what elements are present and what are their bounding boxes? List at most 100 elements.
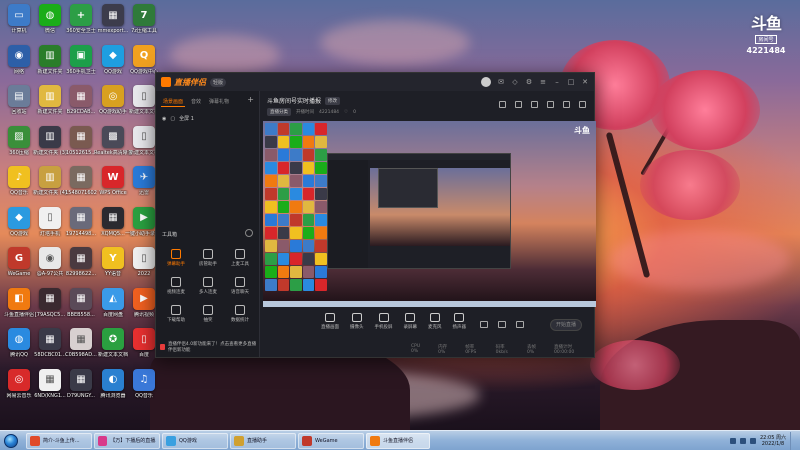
source-control[interactable]: 麦克风 — [428, 313, 442, 330]
desktop-icon[interactable]: ▦ [79ASQC5... — [33, 287, 67, 328]
desktop-icon[interactable]: ▯ 灯塔手机 — [33, 206, 67, 247]
settings-icon[interactable] — [516, 321, 524, 328]
desktop-icon[interactable]: ◉ 网络 — [2, 44, 36, 85]
camera-icon[interactable] — [480, 321, 488, 328]
desktop-icon[interactable]: ◍ 腾讯QQ — [2, 328, 36, 368]
desktop-icon[interactable]: ▦ 1548071602 — [64, 166, 98, 206]
tab-danmaku[interactable]: 弹幕礼物 — [207, 97, 231, 107]
add-scene-button[interactable]: + — [247, 96, 254, 107]
network-icon[interactable] — [729, 437, 736, 444]
desktop-icon[interactable]: ♫ QQ音乐 — [127, 368, 161, 409]
tool-item[interactable]: 下载帮助 — [160, 305, 192, 323]
source-control[interactable]: 手机投屏 — [375, 313, 393, 330]
category-badge[interactable]: 直播分类 — [267, 108, 291, 116]
taskbar-item[interactable]: QQ游戏 — [162, 432, 228, 449]
tool-item[interactable]: 上麦工具 — [224, 249, 256, 267]
bell-icon[interactable] — [563, 101, 570, 108]
message-icon[interactable]: ✉ — [497, 78, 505, 86]
copy-icon[interactable] — [547, 101, 554, 108]
source-control[interactable]: 录屏幕 — [404, 313, 417, 330]
taskbar-item[interactable]: WeGame — [298, 432, 364, 449]
tool-item[interactable]: 数据统计 — [224, 305, 256, 323]
desktop-icon[interactable]: ▦ C0B598AD... — [64, 328, 98, 368]
taskbar-item[interactable]: 斗鱼直播伴侣 — [366, 432, 430, 449]
toolbox-settings-icon[interactable] — [245, 229, 253, 237]
user-avatar[interactable] — [481, 77, 491, 87]
lock-icon[interactable]: ▢ — [170, 116, 175, 122]
clock[interactable]: 22:05 周六 2022/1/8 — [760, 435, 786, 447]
tab-scene[interactable]: 场景画面 — [161, 97, 186, 107]
tool-item[interactable]: 语音聊天 — [224, 277, 256, 295]
notice-bar[interactable]: 直播伴侣4.0新功能来了！点击查看更多直播伴侣新功能 — [160, 341, 259, 353]
desktop-icon[interactable]: Y YY语音 — [96, 247, 130, 287]
taskbar-item[interactable]: 直播助手 — [230, 432, 296, 449]
tool-item[interactable]: 多人连麦 — [192, 277, 224, 295]
lock-icon[interactable] — [531, 101, 538, 108]
desktop-icon[interactable]: ◍ 微信 — [33, 4, 67, 44]
desktop-icon[interactable]: ▦ B29CDAB... — [64, 85, 98, 125]
desktop-icon[interactable]: ▦ D79UNGY... — [64, 368, 98, 409]
settings-icon[interactable]: ⚙ — [525, 78, 533, 86]
flag-icon[interactable] — [749, 437, 756, 444]
desktop-icon[interactable]: ▥ 新建文件夹 (3) — [33, 125, 67, 166]
desktop-icon[interactable]: ◐ 腾讯浏览器 — [96, 368, 130, 409]
desktop-icon[interactable]: ▭ 计算机 — [2, 4, 36, 44]
desktop-icon[interactable]: ▦ 82998622... — [64, 247, 98, 287]
desktop-icon[interactable]: ▤ 回收站 — [2, 85, 36, 125]
taskbar-item[interactable]: 【万】下播后的直播... — [94, 432, 160, 449]
scene-item[interactable]: ◉ ▢ 全屏 1 — [156, 113, 259, 124]
desktop-icon[interactable]: ◎ 网易云音乐 — [2, 368, 36, 409]
desktop-icon[interactable]: ◭ 百度网盘 — [96, 287, 130, 328]
desktop-icon[interactable]: ▦ 19714498... — [64, 206, 98, 247]
desktop-icon[interactable]: ▣ 360手机卫士 — [64, 44, 98, 85]
minimize-icon[interactable]: – — [553, 78, 561, 86]
edit-title-button[interactable]: 修改 — [325, 96, 341, 105]
gift-panel-icon[interactable] — [499, 101, 506, 108]
tab-audio[interactable]: 音效 — [189, 97, 203, 107]
desktop-icon[interactable]: ◎ QQ游戏助手 — [96, 85, 130, 125]
desktop-icon[interactable]: ▦ mmexport... — [96, 4, 130, 44]
desktop-icon[interactable]: 7 7z压缩工具 — [127, 4, 161, 44]
desktop-icon[interactable]: G WeGame — [2, 247, 36, 287]
tool-item[interactable]: 抽奖 — [192, 305, 224, 323]
maximize-icon[interactable]: □ — [567, 78, 575, 86]
eye-icon[interactable]: ◉ — [162, 116, 166, 122]
desktop-icon[interactable]: ▦ BBEB558... — [64, 287, 98, 328]
show-desktop-button[interactable] — [790, 431, 796, 450]
tool-item[interactable]: 弹幕助手 — [160, 249, 192, 267]
volume-icon[interactable] — [739, 437, 746, 444]
desktop-icon[interactable]: ▦ XQMQ5... — [96, 206, 130, 247]
desktop-icon[interactable]: +360安全卫士 — [64, 4, 98, 44]
desktop-icon[interactable]: ◆ QQ游戏 — [96, 44, 130, 85]
desktop-icon[interactable]: ▥ 新建文件夹 — [33, 85, 67, 125]
start-button[interactable] — [0, 432, 22, 450]
desktop-icon[interactable]: ▨ 360压缩 — [2, 125, 36, 166]
taskbar-item[interactable]: 简介-斗鱼上传... — [26, 432, 92, 449]
source-control[interactable]: 摄像头 — [350, 313, 364, 330]
version-badge[interactable]: 轻版 — [210, 77, 227, 87]
desktop-icon[interactable]: ▥ 新建文件夹 — [33, 44, 67, 85]
desktop-icon[interactable]: ▦ 10512615... — [64, 125, 98, 166]
desktop-icon[interactable]: ♪ QQ音乐 — [2, 166, 36, 206]
tool-item[interactable]: 视频连麦 — [160, 277, 192, 295]
desktop-icon[interactable]: ▥ 新建文件夹 (4) — [33, 166, 67, 206]
menu-icon[interactable]: ≡ — [539, 78, 547, 86]
desktop-icon[interactable]: ◆ QQ游戏 — [2, 206, 36, 247]
source-control[interactable]: 直播画面 — [321, 313, 339, 330]
close-icon[interactable]: ✕ — [581, 78, 589, 86]
layout-icon[interactable] — [498, 321, 506, 328]
tool-item[interactable]: 房管助手 — [192, 249, 224, 267]
share-icon[interactable] — [579, 101, 586, 108]
desktop-icon[interactable]: ▩Realtek高清晰音频管理器 — [94, 125, 132, 166]
start-live-button[interactable]: 开始直播 — [550, 319, 582, 331]
stream-preview[interactable]: 斗鱼 — [263, 121, 596, 307]
desktop-icon[interactable]: ✪ 新建文本文档 — [96, 328, 130, 368]
record-icon[interactable] — [515, 101, 522, 108]
desktop-icon[interactable]: ◉ @A-97公共 — [33, 247, 67, 287]
desktop-icon[interactable]: ◧ 斗鱼直播伴侣 — [2, 287, 36, 328]
desktop-icon[interactable]: ▦ 6ND(KNG1... — [33, 368, 67, 409]
desktop-icon[interactable]: W WPS Office — [96, 166, 130, 206]
gift-icon[interactable]: ◇ — [511, 78, 519, 86]
desktop-icon[interactable]: ▦ 58DCBC01... — [33, 328, 67, 368]
source-control[interactable]: 扬声器 — [453, 313, 466, 330]
